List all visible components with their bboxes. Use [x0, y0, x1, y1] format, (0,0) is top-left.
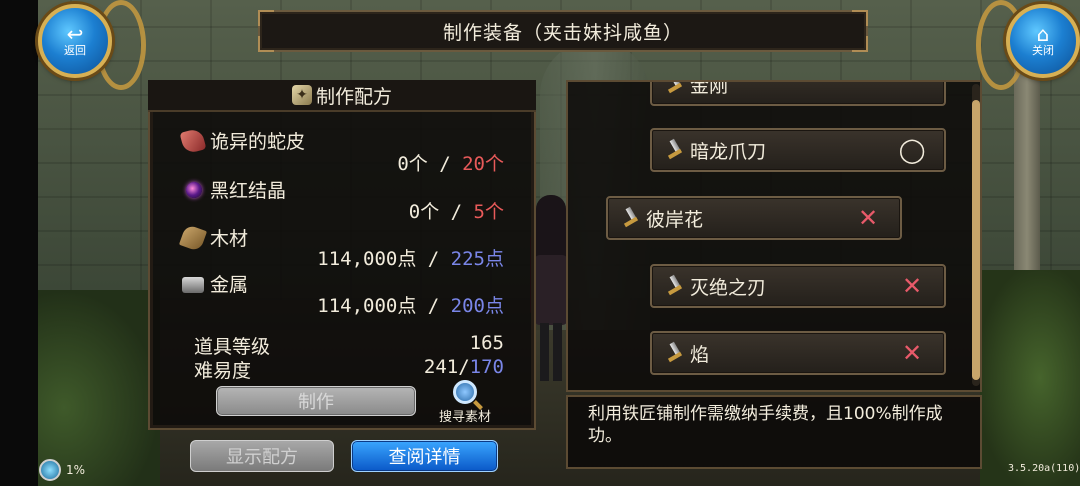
recipe-header: ✦ 制作配方 [148, 80, 536, 112]
material-name: 黑红结晶 [182, 176, 286, 203]
cross-unavailable-icon: ✕ [857, 204, 879, 232]
material-need: 200点 [450, 295, 504, 317]
material-have: 114,000点 [317, 248, 417, 270]
sword-icon [666, 342, 684, 364]
item-name: 灭绝之刃 [690, 276, 767, 299]
back-label: 返回 [64, 44, 86, 57]
material-sep: / [427, 153, 463, 175]
material-label: 木材 [210, 228, 249, 250]
description-panel: 利用铁匠铺制作需缴纳手续费，且100%制作成功。 [566, 395, 982, 469]
difficulty-current: 241/ [423, 356, 470, 378]
material-label: 诡异的蛇皮 [210, 131, 306, 153]
view-detail-button[interactable]: 查阅详情 [351, 440, 498, 472]
material-have: 114,000点 [317, 295, 417, 317]
cross-unavailable-icon: ✕ [901, 272, 923, 300]
item-name: 彼岸花 [646, 208, 704, 231]
cross-unavailable-icon: ✕ [901, 339, 923, 367]
screen-edge [0, 0, 38, 486]
show-recipe-button[interactable]: 显示配方 [190, 440, 334, 472]
recipe-title: 制作配方 [315, 85, 392, 108]
recipe-book-icon: ✦ [291, 85, 312, 105]
material-sep: / [416, 248, 451, 270]
search-material-button[interactable]: 搜寻素材 [430, 380, 500, 425]
material-name: 金属 [182, 270, 248, 297]
material-label: 金属 [210, 274, 249, 296]
difficulty-value: 241/170 [424, 356, 504, 378]
difficulty-target: 170 [469, 356, 504, 378]
back-button[interactable]: ↩ 返回 [38, 4, 112, 78]
item-name: 暗龙爪刀 [690, 140, 767, 163]
item-level-label: 道具等级 [194, 336, 271, 358]
circle-available-icon: ◯ [898, 136, 926, 164]
material-name: 木材 [178, 223, 249, 252]
item-level-value: 165 [469, 332, 504, 354]
material-count: 114,000点 / 200点 [317, 291, 504, 318]
list-item-anlong[interactable]: 暗龙爪刀 ◯ [650, 128, 946, 172]
material-need: 225点 [450, 248, 504, 270]
item-name: 金刚 [690, 80, 729, 97]
list-item-yan[interactable]: 焰 ✕ [650, 331, 946, 375]
material-count: 114,000点 / 225点 [317, 244, 504, 271]
material-count: 0个 / 5个 [409, 197, 504, 224]
material-sep: / [439, 201, 474, 223]
metal-icon [182, 277, 204, 293]
material-name: 诡异的蛇皮 [179, 127, 306, 154]
sword-icon [666, 82, 684, 95]
grass-right [980, 270, 1080, 486]
material-need: 20个 [462, 153, 504, 175]
magnifier-icon [453, 380, 477, 404]
list-item-miejue[interactable]: 灭绝之刃 ✕ [650, 264, 946, 308]
list-item-jingang[interactable]: 金刚 ^ [650, 80, 946, 106]
material-need: 5个 [473, 201, 504, 223]
material-have: 0个 [408, 201, 440, 223]
list-item-bianhua[interactable]: 彼岸花 ✕ [606, 196, 902, 240]
material-have: 0个 [397, 153, 428, 175]
return-arrow-icon: ↩ [66, 22, 84, 46]
version-label: 3.5.20a(110) [1008, 463, 1080, 474]
home-icon: ⌂ [1036, 22, 1050, 46]
material-count: 0个 / 20个 [397, 149, 504, 176]
difficulty-label: 难易度 [194, 360, 252, 382]
close-button[interactable]: ⌂ 关闭 [1006, 4, 1080, 78]
wood-icon [178, 223, 208, 252]
page-title: 制作装备（夹击妹抖咸鱼） [442, 21, 683, 44]
sword-icon [666, 275, 684, 297]
material-sep: / [416, 295, 451, 317]
title-bar: 制作装备（夹击妹抖咸鱼） [258, 10, 868, 52]
material-label: 黑红结晶 [210, 180, 287, 202]
connection-status-icon [39, 459, 61, 481]
scrollbar-thumb[interactable] [972, 100, 980, 380]
status-percent: 1% [66, 463, 86, 477]
sword-icon [666, 139, 684, 161]
search-material-label: 搜寻素材 [438, 410, 491, 425]
crystal-icon [186, 181, 202, 198]
close-label: 关闭 [1032, 44, 1054, 57]
chevron-up-icon: ^ [903, 80, 921, 96]
item-name: 焰 [690, 343, 710, 366]
sword-icon [622, 207, 640, 229]
make-button[interactable]: 制作 [216, 386, 416, 416]
equipment-list-panel: 金刚 ^ 暗龙爪刀 ◯ 彼岸花 ✕ 灭绝之刃 ✕ 焰 ✕ [566, 80, 982, 392]
snake-skin-icon [179, 127, 207, 154]
